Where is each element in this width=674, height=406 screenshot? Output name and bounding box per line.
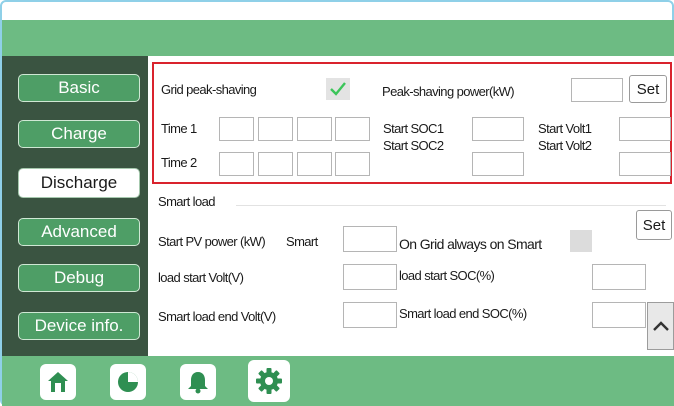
sidebar-item-charge[interactable]: Charge [18, 120, 140, 148]
smart-load-set-button[interactable]: Set [636, 210, 672, 240]
time1-hour-end[interactable] [297, 117, 332, 141]
grid-peak-shaving-checkbox[interactable] [326, 78, 350, 100]
chevron-up-icon [652, 321, 669, 331]
time2-min-start[interactable] [258, 152, 293, 176]
time1-min-end[interactable] [335, 117, 370, 141]
smart-load-end-volt-input[interactable] [343, 302, 397, 328]
smart-load-section-title: Smart load [158, 194, 215, 209]
start-volt1-input[interactable] [619, 117, 671, 141]
load-start-soc-label: load start SOC(%) [399, 268, 495, 283]
bottom-nav [2, 356, 674, 406]
smart-load-end-volt-label: Smart load end Volt(V) [158, 309, 276, 324]
pie-chart-icon[interactable] [110, 364, 146, 400]
bell-icon[interactable] [180, 364, 216, 400]
sidebar-item-debug[interactable]: Debug [18, 264, 140, 292]
time1-hour-start[interactable] [219, 117, 254, 141]
time2-hour-end[interactable] [297, 152, 332, 176]
top-bar [2, 20, 674, 56]
start-volt2-input[interactable] [619, 152, 671, 176]
time2-hour-start[interactable] [219, 152, 254, 176]
start-soc1-label: Start SOC1 [383, 121, 444, 136]
sidebar-item-discharge[interactable]: Discharge [18, 168, 140, 198]
sidebar-item-device-info[interactable]: Device info. [18, 312, 140, 340]
start-pv-power-input[interactable] [343, 226, 397, 252]
scroll-up-button[interactable] [647, 302, 674, 350]
load-start-soc-input[interactable] [592, 264, 646, 290]
peak-shaving-power-input[interactable] [571, 78, 623, 102]
time2-label: Time 2 [161, 155, 197, 170]
gear-icon[interactable] [248, 360, 290, 402]
section-divider [236, 205, 666, 206]
load-start-volt-input[interactable] [343, 264, 397, 290]
checkmark-icon [330, 82, 346, 96]
time1-label: Time 1 [161, 121, 197, 136]
sidebar-item-basic[interactable]: Basic [18, 74, 140, 102]
time1-min-start[interactable] [258, 117, 293, 141]
sidebar-item-advanced[interactable]: Advanced [18, 218, 140, 246]
smart-word-label: Smart [286, 234, 318, 249]
on-grid-always-on-label: On Grid always on Smart [399, 236, 542, 252]
start-soc1-input[interactable] [472, 117, 524, 141]
grid-peak-shaving-label: Grid peak-shaving [161, 82, 257, 97]
peak-set-button[interactable]: Set [629, 75, 667, 103]
home-icon[interactable] [40, 364, 76, 400]
time2-min-end[interactable] [335, 152, 370, 176]
start-volt2-label: Start Volt2 [538, 138, 592, 153]
load-start-volt-label: load start Volt(V) [158, 270, 244, 285]
start-soc2-input[interactable] [472, 152, 524, 176]
smart-load-end-soc-label: Smart load end SOC(%) [399, 306, 527, 321]
start-soc2-label: Start SOC2 [383, 138, 444, 153]
start-volt1-label: Start Volt1 [538, 121, 592, 136]
smart-load-end-soc-input[interactable] [592, 302, 646, 328]
on-grid-always-on-toggle[interactable] [570, 230, 592, 252]
start-pv-power-label: Start PV power (kW) [158, 234, 266, 249]
peak-shaving-power-label: Peak-shaving power(kW) [382, 84, 515, 99]
